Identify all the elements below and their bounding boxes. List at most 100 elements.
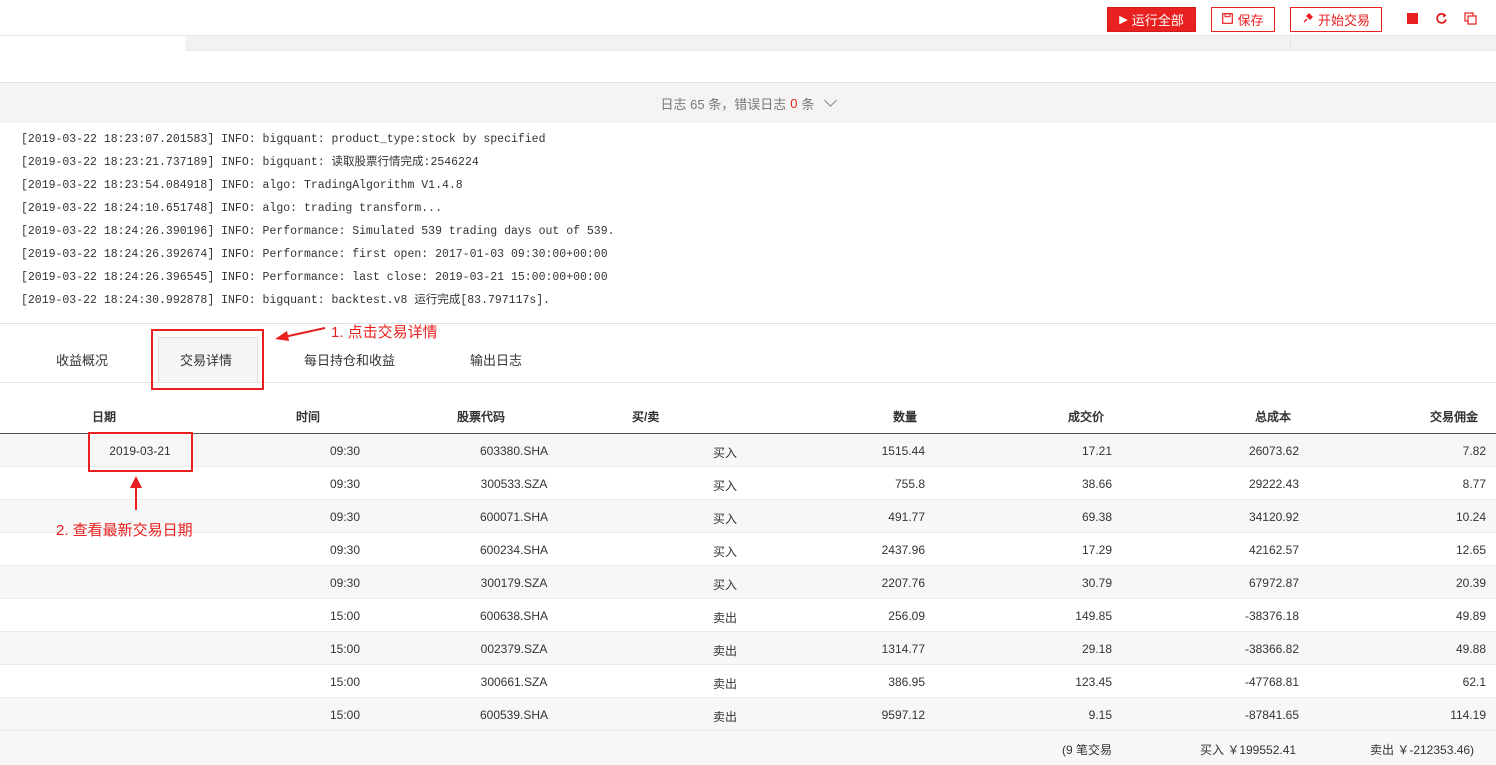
save-button[interactable]: 保存 [1211,7,1275,32]
log-line: [2019-03-22 18:24:26.396545] INFO: Perfo… [21,271,608,284]
cell-time: 15:00 [329,708,361,722]
cell-commission: 12.65 [1455,543,1486,557]
cell-time: 09:30 [329,477,361,491]
annotation-arrow-left-icon [275,327,326,341]
cell-stock-code: 300533.SZA [480,477,548,491]
cell-time: 09:30 [329,576,361,590]
cell-commission: 49.89 [1455,609,1486,623]
table-row[interactable]: 15:00 600539.SHA 卖出 9597.12 9.15 -87841.65 114… [0,698,1496,731]
log-summary-suffix: 条 [801,96,815,112]
page: ▶ 运行全部 保存 开始交易 日志 65 条，错误日志 0 条 [2019-03… [0,0,1496,765]
cell-time: 15:00 [329,642,361,656]
cell-stock-code: 002379.SZA [480,642,548,656]
cell-price: 123.45 [1075,675,1112,689]
cell-side: 买入 [712,512,737,526]
cell-side: 买入 [712,446,737,460]
cell-commission: 8.77 [1462,477,1486,491]
cell-stock-code: 300179.SZA [480,576,548,590]
table-row[interactable]: 09:30 600071.SHA 买入 491.77 69.38 34120.92 10.2… [0,500,1496,533]
table-row[interactable]: 09:30 300533.SZA 买入 755.8 38.66 29222.43 8.77 [0,467,1496,500]
cell-stock-code: 603380.SHA [479,444,549,458]
start-trading-label: 开始交易 [1317,13,1370,28]
annotation-step-1: 1. 点击交易详情 [331,324,438,341]
cell-commission: 20.39 [1455,576,1486,590]
cell-quantity: 755.8 [894,477,925,491]
run-all-label: 运行全部 [1131,13,1184,28]
copy-icon[interactable] [1463,12,1477,26]
summary-buy-total: 买入 ￥199552.41 [1200,743,1297,757]
cell-total-cost: -47768.81 [1244,675,1299,689]
cell-stock-code: 600234.SHA [479,543,549,557]
cell-quantity: 2207.76 [881,576,925,590]
header-quantity[interactable]: 数量 [812,408,917,425]
tab-output-log[interactable]: 输出日志 [470,350,522,369]
cell-stock-code: 300661.SZA [480,675,548,689]
header-commission[interactable]: 交易佣金 [1372,408,1478,425]
cell-price: 38.66 [1081,477,1112,491]
annotation-box-tab [151,329,264,390]
table-row[interactable]: 09:30 600234.SHA 买入 2437.96 17.29 42162.57 12.… [0,533,1496,566]
cell-quantity: 1314.77 [881,642,925,656]
log-line: [2019-03-22 18:23:21.737189] INFO: bigqu… [21,156,479,169]
tab-daily-positions[interactable]: 每日持仓和收益 [304,350,395,369]
cell-quantity: 256.09 [888,609,925,623]
header-date[interactable]: 日期 [92,408,116,425]
cell-commission: 10.24 [1455,510,1486,524]
run-all-button[interactable]: ▶ 运行全部 [1107,7,1196,32]
cell-price: 29.18 [1081,642,1112,656]
chevron-down-icon [824,94,838,107]
cell-side: 买入 [712,545,737,559]
summary-sell-total: 卖出 ￥-212353.46) [1370,743,1475,757]
strip-divider [1290,36,1291,51]
table-row[interactable]: 15:00 002379.SZA 卖出 1314.77 29.18 -38366.82 49… [0,632,1496,665]
table-header: 日期 时间 股票代码 买/卖 数量 成交价 总成本 交易佣金 [0,400,1496,434]
table-row[interactable]: 09:30 300179.SZA 买入 2207.76 30.79 67972.87 20.… [0,566,1496,599]
refresh-icon[interactable] [1434,12,1448,26]
cell-quantity: 386.95 [888,675,925,689]
cell-time: 09:30 [329,543,361,557]
cell-commission: 62.1 [1462,675,1486,689]
stop-icon[interactable] [1406,12,1420,26]
error-log-count: 0 [790,95,798,111]
header-side[interactable]: 买/卖 [632,408,659,425]
table-row[interactable]: 2019-03-21 09:30 603380.SHA 买入 1515.44 17.21 2… [0,434,1496,467]
table-row[interactable]: 15:00 600638.SHA 卖出 256.09 149.85 -38376.18 49… [0,599,1496,632]
cell-total-cost: -87841.65 [1244,708,1299,722]
annotation-step-2: 2. 查看最新交易日期 [56,522,193,539]
table-summary: (9 笔交易 买入 ￥199552.41 卖出 ￥-212353.46) [0,731,1496,765]
cell-time: 15:00 [329,675,361,689]
start-trading-button[interactable]: 开始交易 [1290,7,1382,32]
log-summary-prefix: 日志 65 条，错误日志 [660,96,787,112]
save-label: 保存 [1237,13,1264,28]
log-line: [2019-03-22 18:23:07.201583] INFO: bigqu… [21,133,546,146]
cell-quantity: 9597.12 [881,708,925,722]
cell-side: 卖出 [712,644,737,658]
header-total-cost[interactable]: 总成本 [1172,408,1291,425]
log-line: [2019-03-22 18:24:10.651748] INFO: algo:… [21,202,442,215]
log-line: [2019-03-22 18:23:54.084918] INFO: algo:… [21,179,463,192]
header-time[interactable]: 时间 [296,408,320,425]
table-row[interactable]: 15:00 300661.SZA 卖出 386.95 123.45 -47768.81 62… [0,665,1496,698]
cell-side: 卖出 [712,677,737,691]
summary-trade-count: (9 笔交易 [1062,743,1113,757]
cell-side: 买入 [712,479,737,493]
cell-stock-code: 600071.SHA [479,510,549,524]
cell-total-cost: 34120.92 [1248,510,1299,524]
cell-side: 卖出 [712,710,737,724]
cell-commission: 49.88 [1455,642,1486,656]
tab-returns-overview[interactable]: 收益概况 [56,350,108,369]
annotation-box-date [88,432,193,472]
log-output: [2019-03-22 18:23:07.201583] INFO: bigqu… [21,128,1021,312]
cell-side: 卖出 [712,611,737,625]
cell-stock-code: 600539.SHA [479,708,549,722]
log-summary-toggle[interactable]: 日志 65 条，错误日志 0 条 [0,82,1496,123]
cell-quantity: 491.77 [888,510,925,524]
header-stock-code[interactable]: 股票代码 [457,408,505,425]
cell-total-cost: -38366.82 [1244,642,1299,656]
cell-price: 69.38 [1081,510,1112,524]
editor-strip [185,36,1496,51]
plug-icon [1302,12,1314,27]
header-price[interactable]: 成交价 [992,408,1104,425]
cell-quantity: 2437.96 [881,543,925,557]
save-icon [1222,12,1234,27]
